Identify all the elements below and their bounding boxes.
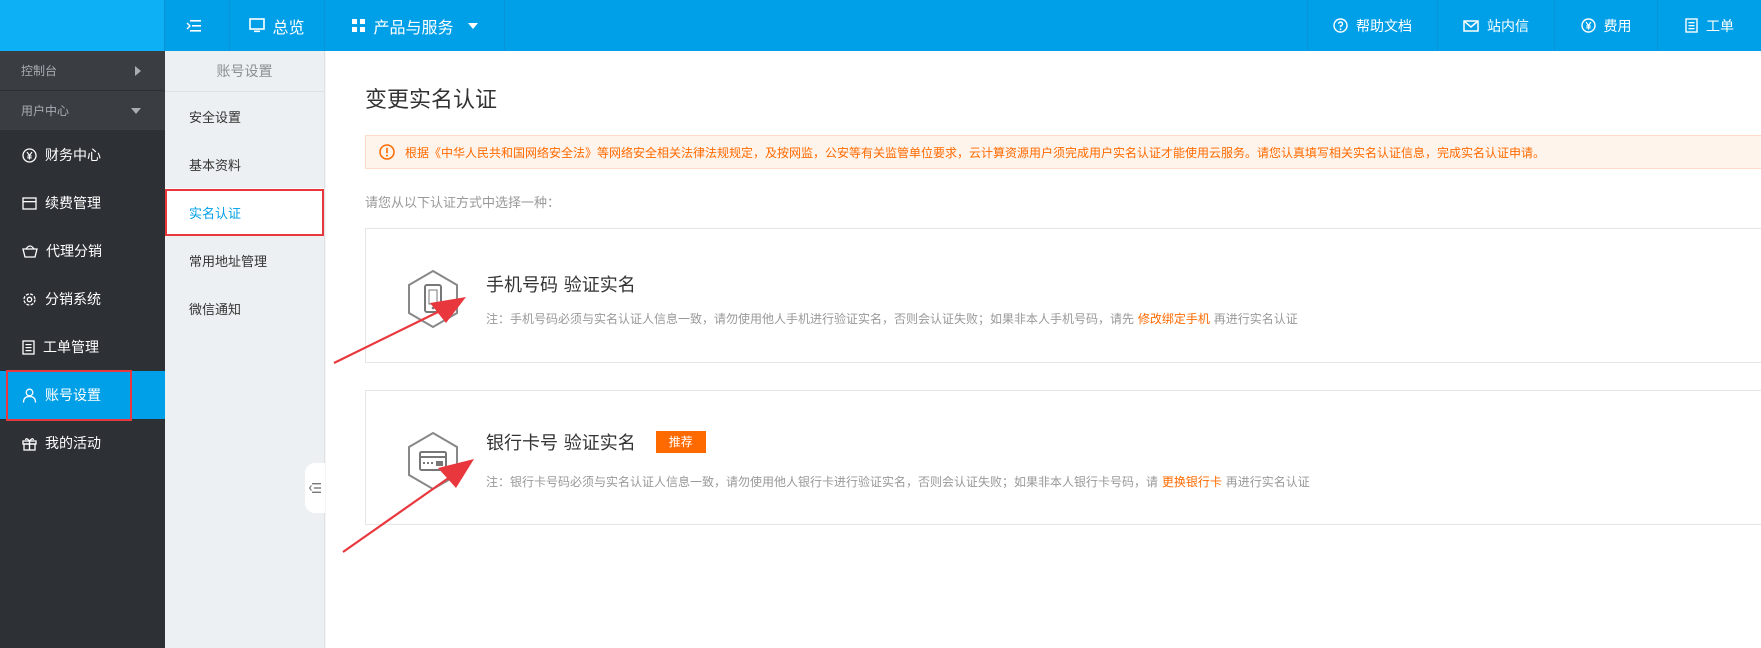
sidebar-item-label: 代理分销 bbox=[46, 244, 102, 260]
question-circle-icon bbox=[1333, 18, 1348, 33]
top-bar: 总览 产品与服务 帮助文档 站内信 费用 工单 bbox=[0, 0, 1761, 51]
bank-card-note: 注：银行卡号码必须与实名认证人信息一致，请勿使用他人银行卡进行验证实名，否则会认… bbox=[486, 473, 1310, 490]
sidebar-item-activities[interactable]: 我的活动 bbox=[0, 419, 165, 467]
collapse-icon bbox=[309, 483, 321, 493]
apps-grid-icon bbox=[352, 19, 366, 32]
subnav-item-real-name[interactable]: 实名认证 bbox=[165, 188, 324, 236]
sidebar-item-agent[interactable]: 代理分销 bbox=[0, 227, 165, 275]
tickets-link[interactable]: 工单 bbox=[1657, 0, 1761, 51]
phone-note-before: 注：手机号码必须与实名认证人信息一致，请勿使用他人手机进行验证实名，否则会认证失… bbox=[486, 312, 1135, 326]
bank-note-before: 注：银行卡号码必须与实名认证人信息一致，请勿使用他人银行卡进行验证实名，否则会认… bbox=[486, 475, 1159, 489]
bank-note-after: 再进行实名认证 bbox=[1225, 475, 1310, 489]
nav-products[interactable]: 产品与服务 bbox=[325, 0, 505, 51]
change-bank-card-link[interactable]: 更换银行卡 bbox=[1162, 475, 1222, 489]
sidebar-group-console[interactable]: 控制台 bbox=[0, 51, 165, 91]
caret-right-icon bbox=[135, 65, 141, 76]
help-docs-label: 帮助文档 bbox=[1356, 18, 1412, 35]
monitor-icon bbox=[249, 18, 266, 33]
gift-icon bbox=[22, 437, 37, 451]
main-sidebar: 控制台 用户中心 财务中心 续费管理 代理分销 分销系统 工单管理 账号设置 我… bbox=[0, 51, 165, 648]
nav-products-label: 产品与服务 bbox=[373, 17, 454, 37]
bank-card-title: 银行卡号 验证实名 bbox=[486, 433, 636, 454]
phone-card-note: 注：手机号码必须与实名认证人信息一致，请勿使用他人手机进行验证实名，否则会认证失… bbox=[486, 310, 1298, 327]
page-title: 变更实名认证 bbox=[365, 88, 498, 113]
subnav-item-label: 实名认证 bbox=[189, 206, 242, 222]
nav-overview-label: 总览 bbox=[272, 17, 305, 37]
phone-card-title: 手机号码 验证实名 bbox=[486, 275, 636, 296]
document-icon bbox=[22, 339, 35, 355]
legal-notice-text: 根据《中华人民共和国网络安全法》等网络安全相关法律法规规定，及按网监，公安等有关… bbox=[405, 145, 1546, 160]
sidebar-item-label: 分销系统 bbox=[45, 292, 101, 308]
subnav-item-label: 基本资料 bbox=[189, 158, 242, 174]
menu-toggle-button[interactable] bbox=[165, 0, 230, 51]
yen-circle-icon bbox=[1580, 18, 1596, 33]
sidebar-item-finance[interactable]: 财务中心 bbox=[0, 131, 165, 179]
yen-circle-icon bbox=[22, 147, 37, 163]
sidebar-item-label: 财务中心 bbox=[45, 148, 101, 164]
logo-area bbox=[0, 0, 165, 51]
fees-link[interactable]: 费用 bbox=[1554, 0, 1657, 51]
subnav-title: 账号设置 bbox=[165, 51, 324, 92]
phone-verification-card[interactable]: 手机号码 验证实名 注：手机号码必须与实名认证人信息一致，请勿使用他人手机进行验… bbox=[365, 228, 1761, 363]
subnav-item-profile[interactable]: 基本资料 bbox=[165, 140, 324, 188]
caret-down-icon bbox=[467, 22, 478, 29]
sidebar-item-renewal[interactable]: 续费管理 bbox=[0, 179, 165, 227]
recommended-badge: 推荐 bbox=[655, 431, 706, 453]
legal-notice-banner: 根据《中华人民共和国网络安全法》等网络安全相关法律法规规定，及按网监，公安等有关… bbox=[365, 135, 1761, 169]
choose-method-hint: 请您从以下认证方式中选择一种： bbox=[365, 196, 561, 211]
subnav-item-label: 微信通知 bbox=[189, 302, 242, 318]
warning-circle-icon bbox=[379, 144, 395, 160]
sidebar-item-label: 我的活动 bbox=[45, 436, 101, 452]
messages-label: 站内信 bbox=[1487, 18, 1529, 35]
envelope-icon bbox=[1463, 19, 1479, 32]
bank-verification-card[interactable]: 银行卡号 验证实名 推荐 注：银行卡号码必须与实名认证人信息一致，请勿使用他人银… bbox=[365, 390, 1761, 525]
card-icon bbox=[22, 196, 37, 210]
phone-hex-icon bbox=[408, 269, 458, 329]
help-docs-link[interactable]: 帮助文档 bbox=[1307, 0, 1437, 51]
subnav-item-label: 安全设置 bbox=[189, 110, 242, 126]
phone-note-after: 再进行实名认证 bbox=[1213, 312, 1298, 326]
change-phone-link[interactable]: 修改绑定手机 bbox=[1138, 312, 1210, 326]
sidebar-item-distribution[interactable]: 分销系统 bbox=[0, 275, 165, 323]
main-content: 变更实名认证 根据《中华人民共和国网络安全法》等网络安全相关法律法规规定，及按网… bbox=[326, 51, 1761, 648]
tickets-label: 工单 bbox=[1706, 18, 1734, 35]
subnav-item-wechat[interactable]: 微信通知 bbox=[165, 284, 324, 332]
bank-card-title-row: 银行卡号 验证实名 推荐 bbox=[486, 429, 706, 455]
sidebar-group-label: 用户中心 bbox=[21, 104, 70, 118]
sidebar-item-tickets[interactable]: 工单管理 bbox=[0, 323, 165, 371]
sidebar-item-label: 续费管理 bbox=[45, 196, 101, 212]
subnav-item-addresses[interactable]: 常用地址管理 bbox=[165, 236, 324, 284]
bank-card-hex-icon bbox=[408, 431, 458, 491]
sidebar-group-user-center[interactable]: 用户中心 bbox=[0, 91, 165, 131]
user-icon bbox=[22, 388, 37, 403]
nav-overview[interactable]: 总览 bbox=[230, 0, 325, 51]
menu-toggle-icon bbox=[186, 19, 201, 32]
sidebar-item-label: 账号设置 bbox=[45, 388, 101, 404]
document-icon bbox=[1685, 18, 1698, 33]
collapse-subnav-button[interactable] bbox=[305, 463, 325, 513]
subnav-item-label: 常用地址管理 bbox=[189, 254, 268, 270]
gear-icon bbox=[23, 292, 36, 306]
sidebar-group-label: 控制台 bbox=[21, 64, 58, 78]
basket-icon bbox=[22, 245, 38, 258]
sidebar-item-account-settings[interactable]: 账号设置 bbox=[0, 371, 165, 419]
messages-link[interactable]: 站内信 bbox=[1437, 0, 1554, 51]
caret-down-icon bbox=[131, 107, 141, 114]
subnav-item-security[interactable]: 安全设置 bbox=[165, 92, 324, 140]
fees-label: 费用 bbox=[1603, 18, 1632, 35]
account-subnav: 账号设置 安全设置 基本资料 实名认证 常用地址管理 微信通知 bbox=[165, 51, 325, 648]
sidebar-item-label: 工单管理 bbox=[43, 340, 99, 356]
